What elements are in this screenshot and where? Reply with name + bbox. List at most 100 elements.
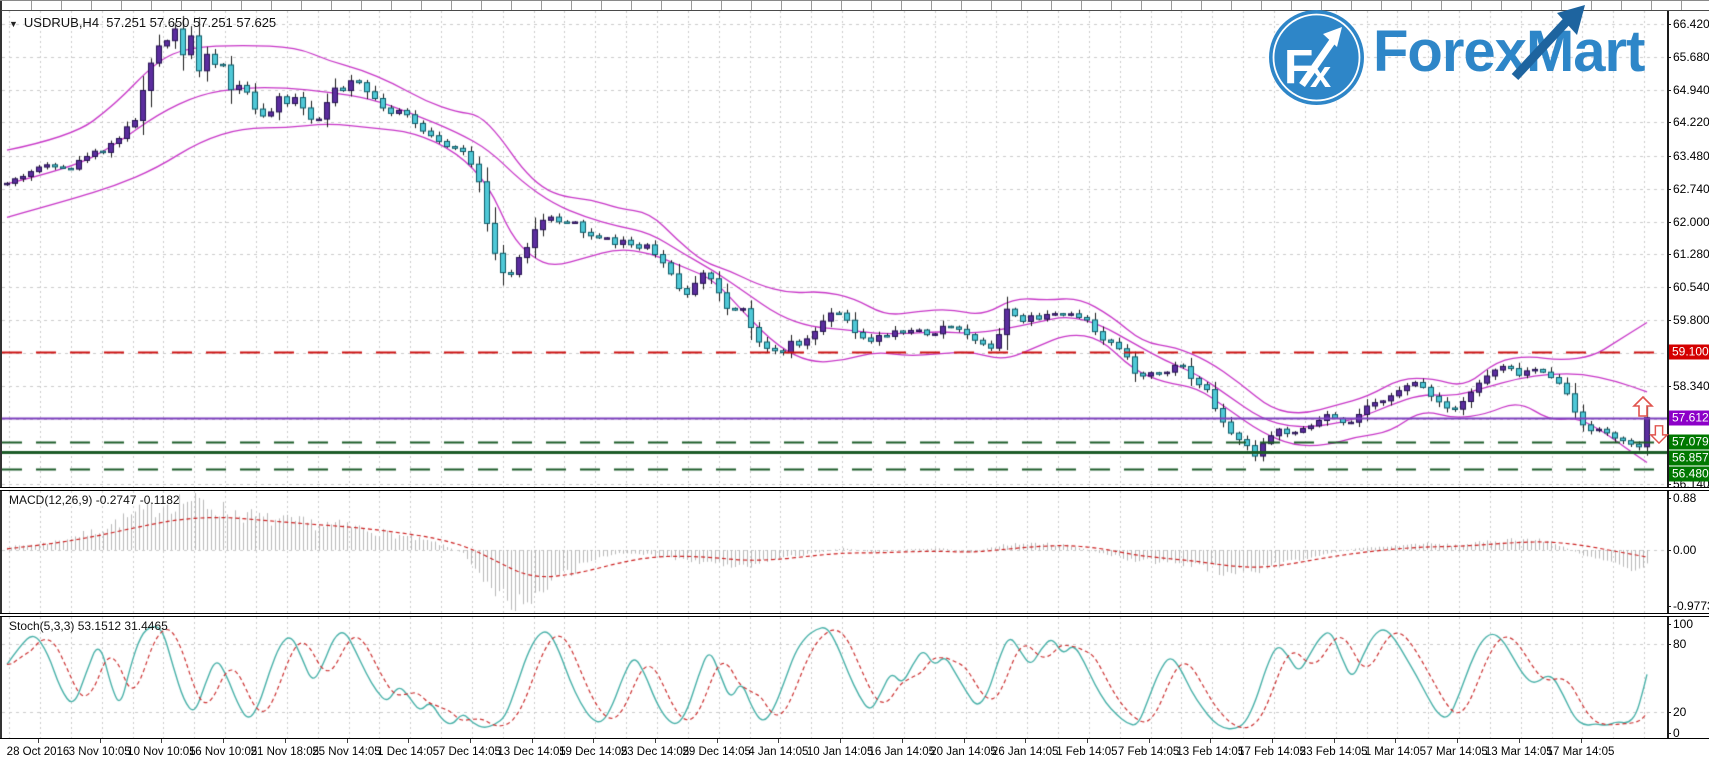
- time-tick: [284, 739, 286, 743]
- svg-text:x: x: [1310, 54, 1331, 96]
- time-tick: [963, 739, 965, 743]
- time-tick: [655, 739, 656, 743]
- time-tick: [469, 739, 471, 743]
- time-label: 23 Feb 14:05: [1299, 746, 1368, 758]
- time-label: 29 Dec 14:05: [682, 746, 751, 758]
- logo-text-forex: Forex: [1373, 19, 1527, 84]
- price-badge: 59.100: [1669, 344, 1709, 360]
- price-badge: 56.480: [1669, 466, 1709, 482]
- time-label: 28 Oct 2016: [6, 746, 70, 758]
- price-badge: 56.857: [1669, 450, 1709, 466]
- forexmart-logo-text: ForexMart: [1373, 5, 1645, 81]
- stoch-tick-label: 100: [1666, 617, 1694, 631]
- stochastic-label: Stoch(5,3,3) 53.1512 31.4465: [9, 619, 168, 633]
- stochastic-canvas: [2, 617, 1669, 738]
- time-tick: [408, 739, 410, 743]
- time-tick: [1148, 739, 1150, 743]
- time-tick: [1457, 739, 1459, 743]
- time-label: 16 Jan 14:05: [868, 746, 936, 758]
- stoch-tick-label: 80: [1666, 636, 1687, 651]
- price-tick-label: 63.480: [1667, 148, 1709, 163]
- time-tick: [1580, 739, 1582, 743]
- macd-canvas: [2, 491, 1669, 613]
- time-tick: [99, 739, 101, 743]
- macd-values: -0.2747 -0.1182: [95, 493, 180, 507]
- time-tick: [778, 739, 780, 743]
- time-tick: [1025, 739, 1027, 743]
- time-label: 1 Mar 14:05: [1364, 746, 1427, 758]
- time-label: 7 Feb 14:05: [1117, 746, 1180, 758]
- time-label: 21 Nov 18:05: [250, 746, 320, 758]
- macd-tick-label: 0.88: [1666, 491, 1697, 505]
- stoch-tick-label: 20: [1666, 705, 1687, 720]
- price-badge: 57.079: [1669, 434, 1709, 450]
- ohlc-values: 57.251 57.650 57.251 57.625: [106, 15, 277, 30]
- price-tick-label: 58.340: [1667, 378, 1709, 393]
- time-tick: [223, 739, 225, 743]
- time-label: 13 Feb 14:05: [1176, 746, 1245, 758]
- price-tick-label: 64.220: [1667, 115, 1709, 130]
- stoch-values: 53.1512 31.4465: [77, 619, 168, 633]
- price-tick-label: 62.000: [1667, 214, 1709, 229]
- time-label: 16 Nov 10:05: [188, 746, 258, 758]
- time-label: 26 Jan 14:05: [991, 746, 1059, 758]
- time-label: 3 Nov 10:05: [68, 746, 131, 758]
- time-tick: [840, 739, 842, 743]
- macd-tick-label: -0.9773: [1667, 599, 1709, 613]
- macd-pane: [0, 491, 1709, 613]
- time-tick: [531, 739, 533, 743]
- price-tick-label: 60.540: [1667, 280, 1709, 295]
- time-label: 17 Feb 14:05: [1238, 746, 1306, 758]
- price-tick-label: 59.800: [1667, 313, 1709, 328]
- price-tick-label: 66.420: [1667, 17, 1709, 31]
- time-axis[interactable]: 28 Oct 2016 3 Nov 10:05 10 Nov 10:05 16 Nov…: [0, 738, 1709, 763]
- price-tick-label: 62.740: [1667, 181, 1709, 196]
- time-label: 19 Dec 14:05: [559, 746, 628, 758]
- price-tick-label: 64.940: [1667, 83, 1709, 98]
- pane-resizer-stoch[interactable]: [0, 613, 1709, 617]
- stochastic-pane: [0, 617, 1709, 738]
- logo-m-arrow-icon: [1511, 5, 1585, 81]
- svg-text:F: F: [1284, 41, 1313, 94]
- time-label: 1 Dec 14:05: [377, 746, 440, 758]
- price-badge: 57.612: [1669, 410, 1709, 426]
- forexmart-logo-icon: F x: [1269, 10, 1364, 105]
- price-tick-label: 61.280: [1667, 247, 1709, 261]
- time-label: 17 Mar 14:05: [1546, 746, 1615, 758]
- time-label: 13 Mar 14:05: [1484, 746, 1553, 758]
- pane-resizer-macd[interactable]: [0, 487, 1709, 491]
- time-tick: [716, 739, 718, 743]
- symbol-dropdown-icon[interactable]: ▼: [9, 19, 18, 29]
- time-label: 7 Mar 14:05: [1426, 746, 1488, 758]
- symbol-label: USDRUB,H4: [23, 15, 100, 30]
- time-tick: [1395, 739, 1397, 743]
- sell-arrow-icon: [1649, 425, 1669, 444]
- time-tick: [1518, 739, 1520, 743]
- time-label: 23 Dec 14:05: [620, 746, 690, 758]
- chart-title: ▼ USDRUB,H4 57.251 57.650 57.251 57.625: [9, 15, 276, 30]
- time-label: 7 Dec 14:05: [438, 746, 501, 758]
- chart-window: ▼ USDRUB,H4 57.251 57.650 57.251 57.625 F…: [0, 0, 1709, 763]
- axis-separator: [1667, 11, 1669, 763]
- macd-label: MACD(12,26,9) -0.2747 -0.1182: [9, 493, 180, 507]
- time-tick: [901, 739, 903, 743]
- time-tick: [1333, 739, 1335, 743]
- time-label: 10 Jan 14:05: [806, 746, 874, 758]
- time-label: 10 Nov 10:05: [127, 746, 196, 758]
- time-tick: [38, 739, 39, 743]
- time-tick: [1086, 739, 1088, 743]
- time-tick: [593, 739, 595, 743]
- time-tick: [1272, 739, 1273, 743]
- time-label: 20 Jan 14:05: [930, 746, 997, 758]
- buy-arrow-icon: [1632, 396, 1654, 417]
- time-tick: [161, 739, 163, 743]
- time-label: 1 Feb 14:05: [1056, 746, 1118, 758]
- time-tick: [1210, 739, 1212, 743]
- macd-tick-label: 0.00: [1666, 543, 1697, 557]
- time-label: 25 Nov 14:05: [312, 746, 381, 758]
- time-label: 4 Jan 14:05: [748, 746, 809, 758]
- time-label: 13 Dec 14:05: [497, 746, 566, 758]
- time-tick: [346, 739, 348, 743]
- forexmart-logo: F x ForexMart: [1268, 5, 1645, 106]
- price-tick-label: 65.680: [1667, 50, 1709, 65]
